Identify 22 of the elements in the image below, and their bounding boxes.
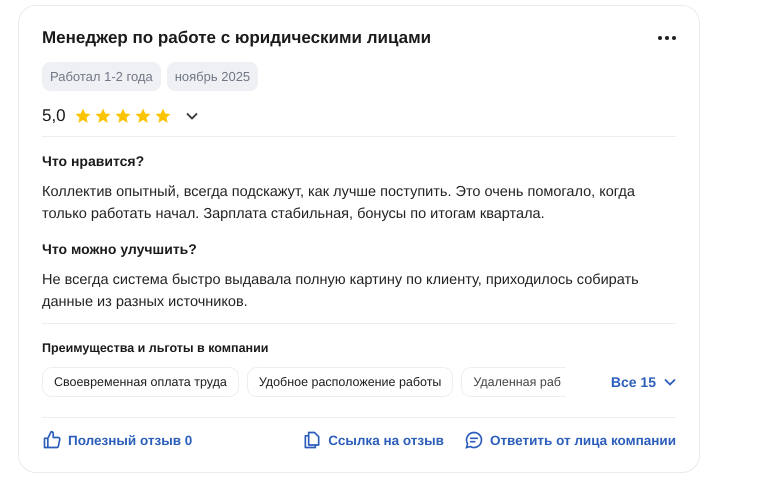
thumbs-up-icon: [42, 430, 62, 450]
benefits-heading: Преимущества и льготы в компании: [42, 341, 270, 355]
action-link[interactable]: Полезный отзыв 0: [42, 430, 192, 450]
action-link[interactable]: Ответить от лица компании: [464, 430, 676, 450]
chat-icon: [464, 430, 484, 450]
benefit-chip: Своевременная оплата труда: [42, 367, 239, 397]
chevron-down-icon[interactable]: [186, 112, 198, 120]
section-heading: Что нравится?: [42, 153, 146, 169]
job-title: Менеджер по работе с юридическими лицами: [42, 28, 432, 48]
review-text: Коллектив опытный, всегда подскажут, как лучше поступить. Это очень помогало, когда только работать начал. Зарплата стабильная, бонусы по итогам квартала.: [42, 183, 636, 224]
review-text: Не всегда система быстро выдавала полную картину по клиенту, приходилось собирать данные из разных источников.: [42, 271, 640, 312]
tag: ноябрь 2025: [166, 62, 258, 91]
rating-value: 5,0: [42, 106, 66, 126]
benefit-chip: Удобное расположение работы: [246, 367, 454, 397]
section-heading: Что можно улучшить?: [42, 241, 198, 257]
show-all-button[interactable]: Все 15: [610, 374, 676, 390]
action-link[interactable]: Ссылка на отзыв: [302, 430, 444, 450]
tag: Работал 1-2 года: [42, 62, 161, 91]
more-options-icon[interactable]: [658, 36, 676, 40]
copy-icon: [302, 430, 322, 450]
benefit-chip: Удаленная раб: [461, 367, 566, 397]
chevron-down-icon: [664, 378, 676, 386]
